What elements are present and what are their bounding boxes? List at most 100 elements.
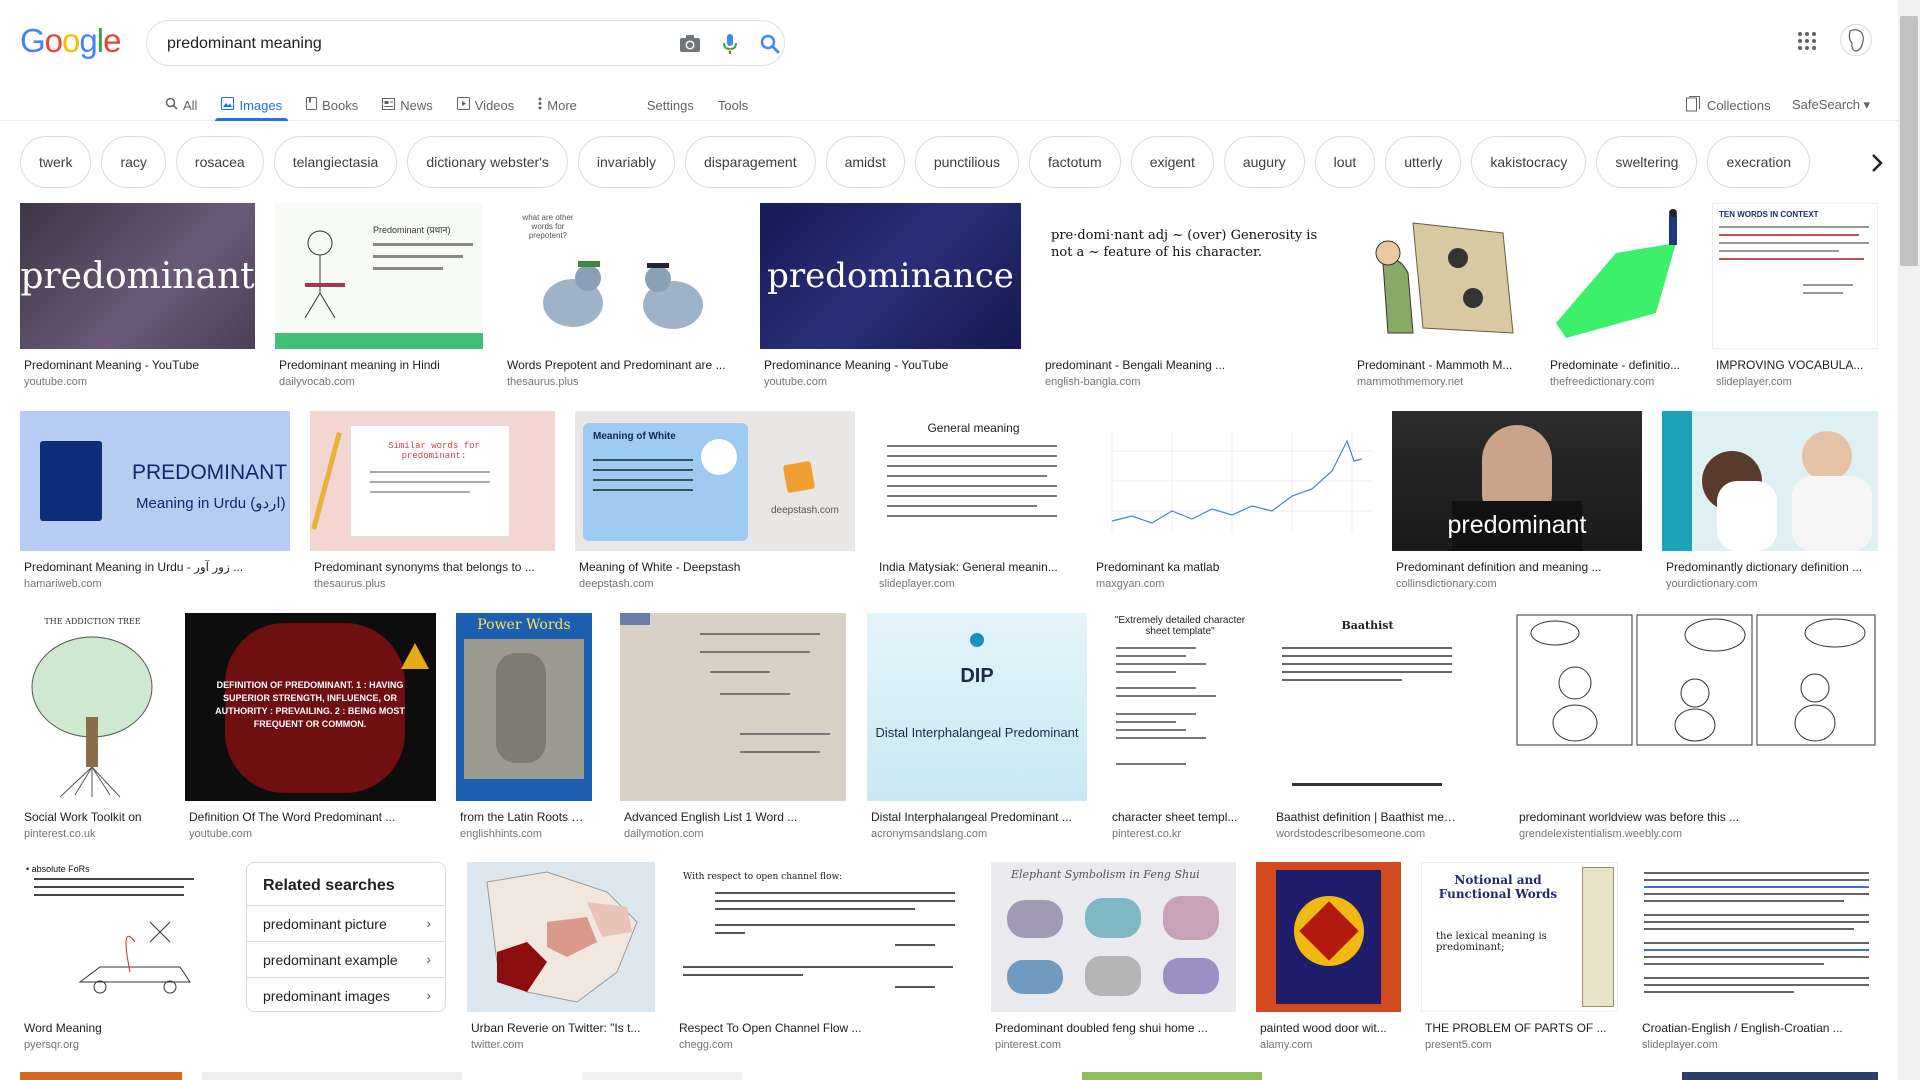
result-source[interactable]: thefreedictionary.com xyxy=(1550,376,1690,388)
result-thumbnail[interactable]: TEN WORDS IN CONTEXT xyxy=(1712,203,1878,349)
chip[interactable]: punctilious xyxy=(914,136,1019,188)
image-result[interactable]: Power Words from the Latin Roots D... en… xyxy=(456,613,592,845)
result-source[interactable]: twitter.com xyxy=(471,1039,655,1051)
chip[interactable]: twerk xyxy=(20,136,92,188)
image-result[interactable]: Similar words for predominant: Predomina… xyxy=(310,411,555,601)
result-title[interactable]: Predominant doubled feng shui home ... xyxy=(995,1021,1235,1035)
result-thumbnail[interactable] xyxy=(1546,203,1692,349)
result-title[interactable]: Predominant ka matlab xyxy=(1096,560,1372,574)
result-title[interactable]: Definition Of The Word Predominant ... xyxy=(189,810,435,824)
result-thumbnail[interactable] xyxy=(20,1072,182,1080)
result-thumbnail[interactable]: Predominant (प्रधान) xyxy=(275,203,483,349)
chip[interactable]: amidst xyxy=(825,136,905,188)
chip[interactable]: utterly xyxy=(1385,136,1462,188)
result-title[interactable]: painted wood door wit... xyxy=(1260,1021,1400,1035)
result-source[interactable]: englishhints.com xyxy=(460,828,590,840)
result-thumbnail[interactable]: Similar words for predominant: xyxy=(310,411,555,551)
image-result[interactable]: pre·domi·nant adj ~ (over) Generosity is… xyxy=(1041,203,1333,393)
result-title[interactable]: predominant - Bengali Meaning ... xyxy=(1045,358,1333,372)
safesearch-dropdown[interactable]: SafeSearch ▾ xyxy=(1792,90,1870,120)
chip[interactable]: telangiectasia xyxy=(273,136,398,188)
camera-icon[interactable] xyxy=(676,30,704,58)
chip[interactable]: sweltering xyxy=(1596,136,1698,188)
result-thumbnail[interactable]: Meaning of White deepstash.com xyxy=(575,411,855,551)
search-icon[interactable] xyxy=(756,30,784,58)
result-source[interactable]: slideplayer.com xyxy=(1642,1039,1878,1051)
result-source[interactable]: chegg.com xyxy=(679,1039,971,1051)
result-thumbnail[interactable]: predominance xyxy=(760,203,1021,349)
image-result[interactable]: Advanced English List 1 Word ... dailymo… xyxy=(620,613,846,845)
result-source[interactable]: yourdictionary.com xyxy=(1666,578,1878,590)
image-result[interactable]: • absolute FoRs Word Meaning pyersqr.org xyxy=(20,862,225,1057)
result-thumbnail[interactable]: "Extremely detailed character sheet temp… xyxy=(1108,613,1251,801)
chip[interactable]: dictionary webster's xyxy=(407,136,568,188)
result-title[interactable]: from the Latin Roots D... xyxy=(460,810,590,824)
chip[interactable]: racy xyxy=(101,136,166,188)
result-title[interactable]: Word Meaning xyxy=(24,1021,224,1035)
result-source[interactable]: acronymsandslang.com xyxy=(871,828,1087,840)
result-title[interactable]: Advanced English List 1 Word ... xyxy=(624,810,844,824)
image-result[interactable]: Croatian-English / English-Croatian ... … xyxy=(1638,862,1878,1057)
apps-grid-icon[interactable] xyxy=(1795,29,1819,53)
result-title[interactable]: Predominant - Mammoth M... xyxy=(1357,358,1525,372)
image-result[interactable]: Predominate - definitio... thefreedictio… xyxy=(1546,203,1692,393)
result-title[interactable]: THE PROBLEM OF PARTS OF ... xyxy=(1425,1021,1617,1035)
result-thumbnail[interactable] xyxy=(1082,1072,1262,1080)
image-result[interactable]: predominance Predominance Meaning - YouT… xyxy=(760,203,1021,393)
collections-link[interactable]: Collections xyxy=(1686,90,1771,120)
result-title[interactable]: Words Prepotent and Predominant are ... xyxy=(507,358,739,372)
result-thumbnail[interactable]: predominant xyxy=(20,203,255,349)
result-source[interactable]: dailymotion.com xyxy=(624,828,844,840)
result-thumbnail[interactable] xyxy=(582,1072,742,1080)
result-source[interactable]: alamy.com xyxy=(1260,1039,1400,1051)
image-result[interactable]: THE ADDICTION TREE Social Work Toolkit o… xyxy=(20,613,165,845)
result-thumbnail[interactable]: Elephant Symbolism in Feng Shui xyxy=(991,862,1236,1012)
result-title[interactable]: Predominant meaning in Hindi xyxy=(279,358,483,372)
image-result[interactable]: Urban Reverie on Twitter: "Is t... twitt… xyxy=(467,862,655,1057)
result-title[interactable]: Croatian-English / English-Croatian ... xyxy=(1642,1021,1878,1035)
result-thumbnail[interactable]: With respect to open channel flow: xyxy=(675,862,971,1012)
tab-settings[interactable]: Settings xyxy=(647,90,694,120)
result-thumbnail[interactable] xyxy=(202,1072,462,1080)
result-thumbnail[interactable]: THE ADDICTION TREE xyxy=(20,613,165,801)
chip[interactable]: execration xyxy=(1707,136,1811,188)
tab-more[interactable]: More xyxy=(538,90,577,120)
image-result[interactable]: Meaning of White deepstash.com Meaning o… xyxy=(575,411,855,601)
result-thumbnail[interactable] xyxy=(1662,411,1878,551)
result-source[interactable]: mammothmemory.net xyxy=(1357,376,1525,388)
microphone-icon[interactable] xyxy=(716,30,744,58)
chip[interactable]: augury xyxy=(1223,136,1305,188)
image-result[interactable]: Predominant ka matlab maxgyan.com xyxy=(1092,411,1372,601)
chip[interactable]: exigent xyxy=(1130,136,1214,188)
chip[interactable]: invariably xyxy=(577,136,675,188)
tab-all[interactable]: All xyxy=(165,90,197,120)
tab-images[interactable]: Images xyxy=(215,90,288,121)
result-thumbnail[interactable] xyxy=(1638,862,1878,1012)
chip[interactable]: kakistocracy xyxy=(1471,136,1587,188)
chip[interactable]: factotum xyxy=(1029,136,1121,188)
image-result[interactable]: Predominantly dictionary definition ... … xyxy=(1662,411,1878,601)
result-source[interactable]: pinterest.com xyxy=(995,1039,1235,1051)
result-source[interactable]: slideplayer.com xyxy=(1716,376,1878,388)
related-search-item[interactable]: predominant images › xyxy=(247,977,445,1013)
result-thumbnail[interactable]: Power Words xyxy=(456,613,592,801)
scrollbar-thumb[interactable] xyxy=(1900,16,1918,266)
result-source[interactable]: present5.com xyxy=(1425,1039,1617,1051)
result-thumbnail[interactable]: Notional and Functional Words the lexica… xyxy=(1421,862,1618,1012)
result-source[interactable]: hamariweb.com xyxy=(24,578,286,590)
result-source[interactable]: pyersqr.org xyxy=(24,1039,224,1051)
result-thumbnail[interactable]: DEFINITION OF PREDOMINANT. 1 : HAVING SU… xyxy=(185,613,436,801)
image-result[interactable]: predominant worldview was before this ..… xyxy=(1515,613,1878,845)
result-title[interactable]: Baathist definition | Baathist meanin... xyxy=(1276,810,1462,824)
image-result[interactable]: "Extremely detailed character sheet temp… xyxy=(1108,613,1251,845)
result-title[interactable]: Predominance Meaning - YouTube xyxy=(764,358,1021,372)
image-result[interactable]: With respect to open channel flow: Respe… xyxy=(675,862,971,1057)
image-result[interactable]: PREDOMINANT Meaning in Urdu (اردو) Predo… xyxy=(20,411,290,601)
image-result[interactable]: what are other words for prepotent? Word… xyxy=(503,203,739,393)
chip[interactable]: rosacea xyxy=(175,136,264,188)
result-source[interactable]: youtube.com xyxy=(764,376,1021,388)
result-source[interactable]: slideplayer.com xyxy=(879,578,1072,590)
image-result[interactable]: Baathist Baathist definition | Baathist … xyxy=(1272,613,1463,845)
result-title[interactable]: Social Work Toolkit on xyxy=(24,810,164,824)
account-avatar[interactable] xyxy=(1840,24,1872,56)
